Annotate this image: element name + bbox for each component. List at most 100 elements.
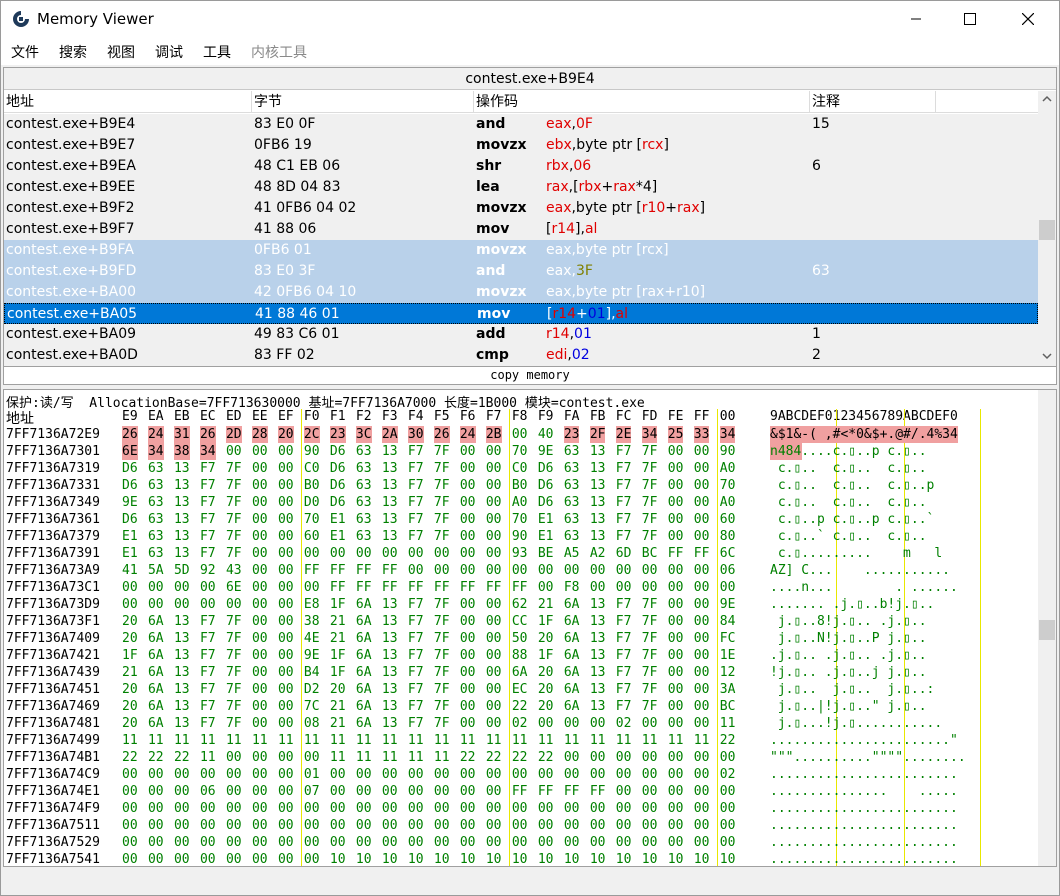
hex-byte[interactable]: 6A (148, 698, 164, 715)
hex-byte[interactable]: 00 (590, 817, 606, 834)
hex-byte[interactable]: 6A (564, 596, 580, 613)
hex-byte[interactable]: 20 (538, 698, 554, 715)
hex-byte[interactable]: 11 (460, 732, 476, 749)
hex-byte[interactable]: 00 (512, 800, 528, 817)
hex-byte[interactable]: 7F (642, 477, 658, 494)
hex-byte[interactable]: 13 (590, 477, 606, 494)
hex-byte[interactable]: FF (512, 579, 528, 596)
hex-byte[interactable]: 6E (122, 443, 138, 460)
hex-byte[interactable]: 00 (460, 766, 476, 783)
hex-byte[interactable]: 11 (226, 732, 242, 749)
hex-byte[interactable]: 10 (590, 851, 606, 866)
hex-byte[interactable]: F7 (200, 545, 216, 562)
hex-byte[interactable]: 00 (486, 562, 502, 579)
hex-byte[interactable]: 7F (642, 698, 658, 715)
hex-byte[interactable]: 00 (122, 579, 138, 596)
hex-byte[interactable]: 24 (459, 426, 476, 443)
hex-byte[interactable]: 63 (356, 511, 372, 528)
hex-byte[interactable]: 13 (590, 528, 606, 545)
hex-row[interactable]: 7FF7136A73C1 00 00 00 00 6E 00 00 00 FF FF FF FF FF FF… (4, 579, 1038, 596)
hex-byte[interactable]: 00 (538, 766, 554, 783)
hex-byte[interactable]: 11 (330, 732, 346, 749)
hex-byte[interactable]: 7F (226, 477, 242, 494)
hex-row[interactable]: 7FF7136A74E1 00 00 00 06 00 00 00 07 00 00 00 00 00 00… (4, 783, 1038, 800)
hex-byte[interactable]: 00 (668, 562, 684, 579)
hex-byte[interactable]: 11 (564, 732, 580, 749)
hex-byte[interactable]: 7F (226, 715, 242, 732)
hex-byte[interactable]: 63 (564, 443, 580, 460)
hex-byte[interactable]: 07 (304, 783, 320, 800)
hex-byte[interactable]: 00 (486, 834, 502, 851)
hex-byte[interactable]: 00 (616, 817, 632, 834)
hex-byte[interactable]: 13 (382, 698, 398, 715)
hex-byte[interactable]: 10 (434, 851, 450, 866)
hex-byte[interactable]: 00 (174, 800, 190, 817)
hex-byte[interactable]: 00 (252, 800, 268, 817)
hex-byte[interactable]: 00 (252, 562, 268, 579)
hex-byte[interactable]: 2C (303, 426, 320, 443)
hex-byte[interactable]: 11 (616, 732, 632, 749)
hex-byte[interactable]: 00 (590, 715, 606, 732)
hex-byte[interactable]: 7F (434, 477, 450, 494)
hex-byte[interactable]: 6A (512, 664, 528, 681)
hex-byte[interactable]: BC (720, 698, 736, 715)
hex-byte[interactable]: 00 (616, 834, 632, 851)
hex-byte[interactable]: 22 (538, 749, 554, 766)
hex-row-ascii[interactable]: n484....c.▯..p c.▯.. (770, 443, 927, 460)
hex-byte[interactable]: 10 (538, 851, 554, 866)
hex-byte[interactable]: 9E (538, 443, 554, 460)
hex-byte[interactable]: 00 (616, 783, 632, 800)
hex-byte[interactable]: 00 (408, 800, 424, 817)
hex-byte[interactable]: 00 (278, 460, 294, 477)
hex-byte[interactable]: 11 (512, 732, 528, 749)
hex-byte[interactable]: 00 (304, 579, 320, 596)
hex-byte[interactable]: 63 (148, 477, 164, 494)
hex-byte[interactable]: F7 (616, 681, 632, 698)
hex-byte[interactable]: 11 (174, 732, 190, 749)
disasm-row[interactable]: contest.exe+B9EA 48 C1 EB 06 shr rbx,06 6 (4, 156, 1038, 177)
hex-byte[interactable]: 6A (148, 613, 164, 630)
hex-byte[interactable]: 00 (590, 749, 606, 766)
hex-byte[interactable]: 00 (278, 817, 294, 834)
hex-byte[interactable]: F7 (616, 494, 632, 511)
hex-byte[interactable]: 6A (148, 715, 164, 732)
hex-byte[interactable]: 7F (642, 613, 658, 630)
hex-byte[interactable]: 00 (668, 494, 684, 511)
hex-byte[interactable]: F7 (200, 647, 216, 664)
hex-byte[interactable]: 00 (460, 783, 476, 800)
hex-byte[interactable]: 00 (252, 851, 268, 866)
hex-byte[interactable]: 6E (226, 579, 242, 596)
hex-byte[interactable]: 10 (486, 851, 502, 866)
hex-byte[interactable]: FF (590, 783, 606, 800)
hex-byte[interactable]: F7 (408, 494, 424, 511)
hex-byte[interactable]: 70 (512, 443, 528, 460)
hex-byte[interactable]: 00 (694, 443, 710, 460)
hex-byte[interactable]: 50 (512, 630, 528, 647)
hex-byte[interactable]: 7F (226, 664, 242, 681)
hex-byte[interactable]: 00 (278, 528, 294, 545)
hex-byte[interactable]: 00 (720, 783, 736, 800)
hex-byte[interactable]: 00 (148, 800, 164, 817)
hex-byte[interactable]: 11 (382, 749, 398, 766)
hex-byte[interactable]: 6A (356, 681, 372, 698)
hex-byte[interactable]: 00 (694, 647, 710, 664)
hex-byte[interactable]: 00 (694, 528, 710, 545)
hex-byte[interactable]: 00 (382, 783, 398, 800)
hex-byte[interactable]: F7 (408, 698, 424, 715)
hex-byte[interactable]: 00 (460, 511, 476, 528)
hex-byte[interactable]: 13 (382, 681, 398, 698)
hex-byte[interactable]: 00 (434, 766, 450, 783)
hex-byte[interactable]: 00 (122, 817, 138, 834)
hex-byte[interactable]: 00 (226, 443, 242, 460)
hex-byte[interactable]: 11 (434, 749, 450, 766)
hex-byte[interactable]: 00 (252, 681, 268, 698)
hex-byte[interactable]: 00 (486, 766, 502, 783)
hex-byte[interactable]: 00 (460, 681, 476, 698)
hex-byte[interactable]: 1F (330, 664, 346, 681)
hex-byte[interactable]: 00 (434, 562, 450, 579)
hex-byte[interactable]: 00 (278, 834, 294, 851)
hex-byte[interactable]: FF (434, 579, 450, 596)
hex-byte[interactable]: 93 (512, 545, 528, 562)
hex-byte[interactable]: 6A (356, 715, 372, 732)
hex-byte[interactable]: FF (382, 562, 398, 579)
